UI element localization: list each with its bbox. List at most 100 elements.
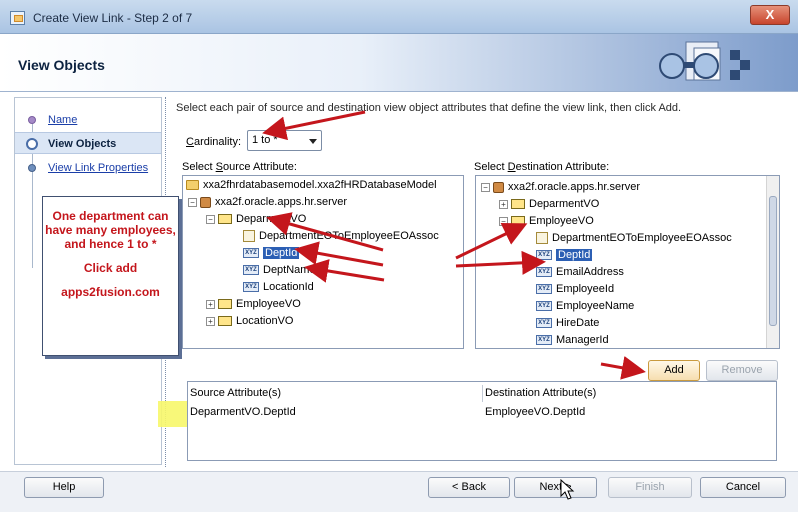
view-object-icon bbox=[218, 299, 232, 310]
tree-node-deptname[interactable]: XYZ DeptName bbox=[243, 262, 316, 279]
tree-node-package[interactable]: − xxa2f.oracle.apps.hr.server bbox=[188, 194, 347, 211]
tree-node-managerid[interactable]: XYZ ManagerId bbox=[536, 332, 609, 348]
wizard-header: View Objects bbox=[0, 34, 798, 92]
next-button[interactable]: Next > bbox=[514, 477, 597, 498]
attribute-pairs-table[interactable]: Source Attribute(s) Destination Attribut… bbox=[187, 381, 777, 461]
collapse-icon[interactable]: − bbox=[481, 182, 490, 192]
tree-node-employeevo[interactable]: + EmployeeVO bbox=[206, 296, 301, 313]
collapse-icon[interactable]: − bbox=[188, 197, 197, 207]
column-header-destination: Destination Attribute(s) bbox=[485, 387, 597, 399]
source-attribute-label: Select Source Attribute: bbox=[182, 161, 297, 173]
tree-node-label: DepartmentEOToEmployeeEOAssoc bbox=[259, 230, 439, 242]
cardinality-value: 1 to * bbox=[252, 134, 278, 146]
window-titlebar: Create View Link - Step 2 of 7 X bbox=[0, 0, 798, 34]
cardinality-select[interactable]: 1 to * bbox=[247, 130, 322, 151]
wizard-app-icon bbox=[10, 11, 25, 25]
nav-step-view-objects[interactable]: View Objects bbox=[15, 132, 161, 154]
tree-node-label: DeptId bbox=[263, 247, 300, 259]
view-object-icon bbox=[218, 316, 232, 327]
view-object-icon bbox=[511, 216, 525, 227]
destination-attribute-tree[interactable]: − xxa2f.oracle.apps.hr.server + DeparmentV… bbox=[475, 175, 780, 349]
table-cell-destination: EmployeeVO.DeptId bbox=[485, 406, 586, 418]
back-button[interactable]: < Back bbox=[428, 477, 510, 498]
association-icon bbox=[243, 230, 255, 243]
tree-node-label: DeptName bbox=[263, 264, 316, 276]
collapse-icon[interactable]: − bbox=[499, 216, 508, 226]
mnemonic-letter: C bbox=[186, 136, 194, 148]
destination-attribute-label: Select Destination Attribute: bbox=[474, 161, 609, 173]
tree-node-deparmentvo[interactable]: + DeparmentVO bbox=[499, 196, 599, 213]
tree-node-label: EmployeeId bbox=[556, 283, 615, 295]
step-pending-icon bbox=[28, 164, 36, 172]
expand-icon[interactable]: + bbox=[499, 199, 508, 209]
attribute-icon: XYZ bbox=[536, 301, 552, 312]
help-button[interactable]: Help bbox=[24, 477, 104, 498]
tree-node-employeename[interactable]: XYZ EmployeeName bbox=[536, 298, 634, 315]
collapse-icon[interactable]: − bbox=[206, 214, 215, 224]
tree-node-label: EmailAddress bbox=[556, 266, 624, 278]
page-title: View Objects bbox=[18, 57, 105, 73]
close-window-button[interactable]: X bbox=[750, 5, 790, 25]
annotation-text-2: Click add bbox=[83, 261, 138, 275]
source-label-rest: ource Attribute: bbox=[222, 161, 297, 173]
tree-node-package[interactable]: − xxa2f.oracle.apps.hr.server bbox=[481, 179, 640, 196]
folder-icon bbox=[186, 180, 199, 191]
attribute-icon: XYZ bbox=[243, 282, 259, 293]
tree-node-label: xxa2f.oracle.apps.hr.server bbox=[508, 181, 641, 193]
package-icon bbox=[200, 196, 211, 208]
nav-step-name[interactable]: Name bbox=[15, 109, 161, 131]
tree-node-deptid-selected[interactable]: XYZ DeptId bbox=[243, 245, 300, 262]
mnemonic-letter: D bbox=[507, 161, 516, 173]
annotation-callout: One department can have many employees, … bbox=[42, 196, 179, 356]
destination-label-rest: estination Attribute: bbox=[515, 161, 610, 173]
column-header-source: Source Attribute(s) bbox=[188, 385, 483, 402]
expand-icon[interactable]: + bbox=[206, 299, 215, 309]
nav-step-label: View Link Properties bbox=[48, 162, 149, 174]
attribute-icon: XYZ bbox=[536, 284, 552, 295]
tree-node-association[interactable]: DepartmentEOToEmployeeEOAssoc bbox=[536, 230, 732, 247]
tree-node-association[interactable]: DepartmentEOToEmployeeEOAssoc bbox=[243, 228, 439, 245]
remove-button[interactable]: Remove bbox=[706, 360, 778, 381]
attribute-icon: XYZ bbox=[536, 267, 552, 278]
add-button[interactable]: Add bbox=[648, 360, 700, 381]
view-object-icon bbox=[218, 214, 232, 225]
tree-node-label: DepartmentEOToEmployeeEOAssoc bbox=[552, 232, 732, 244]
tree-node-employeeid[interactable]: XYZ EmployeeId bbox=[536, 281, 614, 298]
tree-node-hiredate[interactable]: XYZ HireDate bbox=[536, 315, 599, 332]
tree-node-label: DeptId bbox=[556, 249, 593, 261]
annotation-text-1: One department can have many employees, … bbox=[45, 209, 176, 251]
tree-node-locationvo[interactable]: + LocationVO bbox=[206, 313, 293, 330]
tree-node-label: xxa2f.oracle.apps.hr.server bbox=[215, 196, 348, 208]
table-cell-source: DeparmentVO.DeptId bbox=[190, 406, 296, 418]
nav-step-label: View Objects bbox=[48, 138, 117, 150]
tree-node-deparmentvo[interactable]: − DeparmentVO bbox=[206, 211, 306, 228]
tree-node-employeevo[interactable]: − EmployeeVO bbox=[499, 213, 594, 230]
destination-tree-scrollbar[interactable] bbox=[766, 176, 779, 348]
cancel-button[interactable]: Cancel bbox=[700, 477, 786, 498]
expand-icon[interactable]: + bbox=[206, 316, 215, 326]
cardinality-label-text: ardinality: bbox=[193, 136, 242, 148]
tree-node-emailaddress[interactable]: XYZ EmailAddress bbox=[536, 264, 624, 281]
tree-node-label: EmployeeVO bbox=[236, 298, 301, 310]
attribute-icon: XYZ bbox=[243, 248, 259, 259]
tree-node-label: DeparmentVO bbox=[236, 213, 307, 225]
tree-node-label: LocationVO bbox=[236, 315, 294, 327]
tree-node-locationid[interactable]: XYZ LocationId bbox=[243, 279, 314, 296]
finish-button[interactable]: Finish bbox=[608, 477, 692, 498]
tree-node-label: DeparmentVO bbox=[529, 198, 600, 210]
arrow-to-add-button bbox=[600, 356, 646, 380]
nav-step-label: Name bbox=[48, 114, 78, 126]
tree-node-label: LocationId bbox=[263, 281, 314, 293]
source-attribute-tree[interactable]: xxa2fhrdatabasemodel.xxa2fHRDatabaseMode… bbox=[182, 175, 464, 349]
tree-node-label: EmployeeName bbox=[556, 300, 635, 312]
nav-step-view-link-properties[interactable]: View Link Properties bbox=[15, 157, 161, 179]
chevron-down-icon bbox=[309, 139, 317, 144]
tree-node-model[interactable]: xxa2fhrdatabasemodel.xxa2fHRDatabaseMode… bbox=[186, 177, 437, 194]
arrow-to-cardinality bbox=[262, 110, 366, 141]
tree-node-label: xxa2fhrdatabasemodel.xxa2fHRDatabaseMode… bbox=[203, 179, 437, 191]
header-binoculars-graphic bbox=[659, 41, 750, 81]
wizard-footer: Help < Back Next > Finish Cancel bbox=[0, 471, 798, 512]
window-title: Create View Link - Step 2 of 7 bbox=[33, 11, 193, 25]
scrollbar-thumb[interactable] bbox=[769, 196, 777, 326]
tree-node-deptid-selected[interactable]: XYZ DeptId bbox=[536, 247, 593, 264]
